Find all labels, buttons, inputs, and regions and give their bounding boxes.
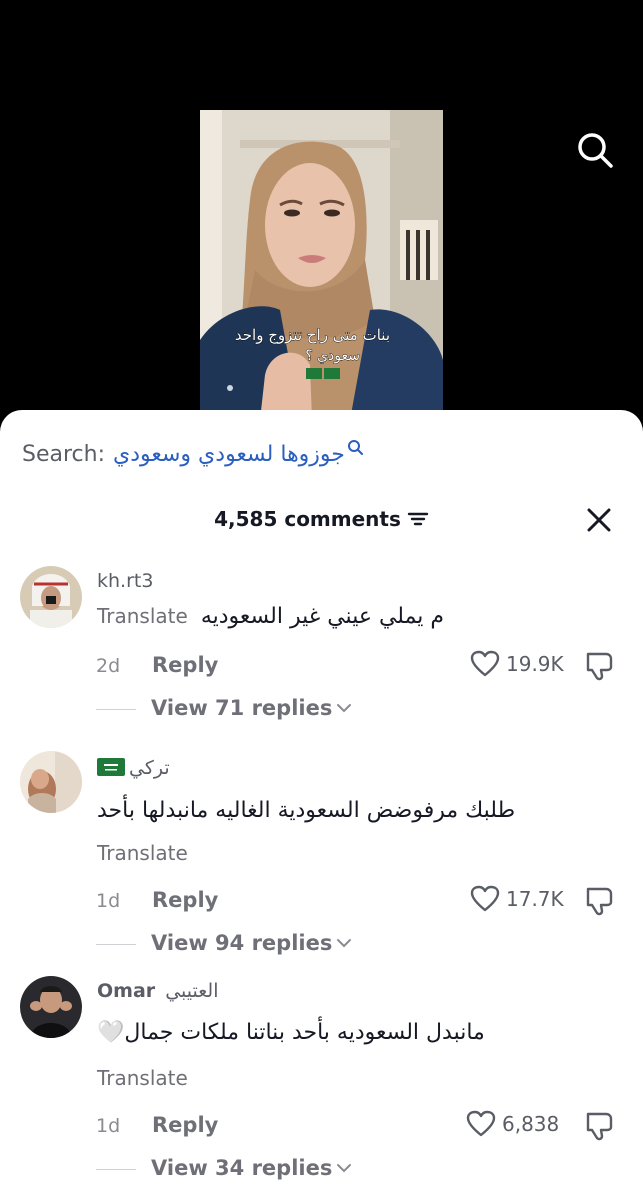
video-thumbnail[interactable]: بنات متى راح تتزوج واحد سعودي ؟	[200, 110, 443, 420]
comment-count-header: 4,585 comments	[0, 504, 643, 534]
comment-text: مانبدل السعوديه بأحد بناتنا ملكات جمال🤍	[97, 1020, 485, 1045]
comment-item: تركي طلبك مرفوضض السعودية الغاليه مانبدل…	[0, 745, 643, 955]
search-label: Search:	[22, 441, 105, 467]
comment-date: 2d	[96, 655, 121, 677]
translate-link[interactable]: Translate	[97, 1066, 188, 1090]
view-replies-button[interactable]: View 34 replies	[151, 1156, 352, 1180]
like-button[interactable]: 19.9K	[470, 650, 564, 678]
dislike-icon[interactable]	[584, 885, 616, 917]
chevron-down-icon	[337, 704, 352, 713]
reply-button[interactable]: Reply	[152, 888, 218, 912]
like-button[interactable]: 17.7K	[470, 885, 564, 913]
chevron-down-icon	[337, 1164, 352, 1173]
video-image: بنات متى راح تتزوج واحد سعودي ؟	[200, 110, 443, 420]
search-icon	[347, 440, 363, 455]
dislike-icon[interactable]	[584, 1110, 616, 1142]
comment-text-content: طلبك مرفوضض السعودية الغاليه مانبدلها بأ…	[97, 798, 516, 823]
close-icon[interactable]	[585, 506, 613, 534]
reply-button[interactable]: Reply	[152, 653, 218, 677]
search-icon[interactable]	[575, 130, 615, 170]
saudi-flag-icon	[97, 758, 125, 776]
translate-link[interactable]: Translate	[97, 841, 188, 865]
heart-icon	[470, 885, 500, 912]
like-count: 17.7K	[506, 887, 564, 911]
view-replies-button[interactable]: View 94 replies	[151, 931, 352, 955]
divider	[96, 709, 136, 710]
avatar[interactable]	[20, 751, 82, 813]
chevron-down-icon	[337, 939, 352, 948]
divider	[96, 1169, 136, 1170]
comment-date: 1d	[96, 1115, 121, 1137]
username-row[interactable]: تركي	[97, 757, 170, 779]
video-caption-line1: بنات متى راح تتزوج واحد	[235, 326, 390, 345]
view-replies-label: View 71 replies	[151, 696, 333, 720]
comment-text-content: مانبدل السعوديه بأحد بناتنا ملكات جمال🤍	[97, 1020, 485, 1045]
comment-text-line: Translate م يملي عيني غير السعوديه	[97, 604, 444, 629]
comment-search-suggestion[interactable]: Search: جوزوها لسعودي وسعودي	[22, 438, 363, 470]
username[interactable]: kh.rt3	[97, 570, 153, 592]
username: Omar	[97, 980, 156, 1002]
view-replies-button[interactable]: View 71 replies	[151, 696, 352, 720]
username: تركي	[129, 757, 170, 779]
heart-icon	[470, 650, 500, 677]
avatar[interactable]	[20, 566, 82, 628]
comments-sheet: Search: جوزوها لسعودي وسعودي 4,585 comme…	[0, 410, 643, 1199]
comment-text: طلبك مرفوضض السعودية الغاليه مانبدلها بأ…	[97, 798, 515, 823]
like-count: 19.9K	[506, 652, 564, 676]
comment-text: م يملي عيني غير السعوديه	[200, 604, 445, 629]
username-arabic: العتيبي	[165, 980, 219, 1002]
view-replies-label: View 34 replies	[151, 1156, 333, 1180]
avatar[interactable]	[20, 976, 82, 1038]
username-row[interactable]: Omar العتيبي	[97, 980, 218, 1002]
like-count: 6,838	[502, 1112, 560, 1136]
translate-link[interactable]: Translate	[97, 604, 188, 628]
search-query[interactable]: جوزوها لسعودي وسعودي	[113, 442, 345, 467]
comment-count: 4,585 comments	[214, 507, 401, 531]
reply-button[interactable]: Reply	[152, 1113, 218, 1137]
divider	[96, 944, 136, 945]
heart-icon	[466, 1110, 496, 1137]
video-area: بنات متى راح تتزوج واحد سعودي ؟	[0, 0, 643, 440]
like-button[interactable]: 6,838	[466, 1110, 559, 1138]
video-caption-line2: سعودي ؟	[305, 348, 360, 364]
filter-icon[interactable]	[407, 510, 429, 528]
dislike-icon[interactable]	[584, 650, 616, 682]
comment-item: Omar العتيبي مانبدل السعوديه بأحد بناتنا…	[0, 970, 643, 1180]
comment-item: kh.rt3 Translate م يملي عيني غير السعودي…	[0, 560, 643, 730]
comment-date: 1d	[96, 890, 121, 912]
view-replies-label: View 94 replies	[151, 931, 333, 955]
